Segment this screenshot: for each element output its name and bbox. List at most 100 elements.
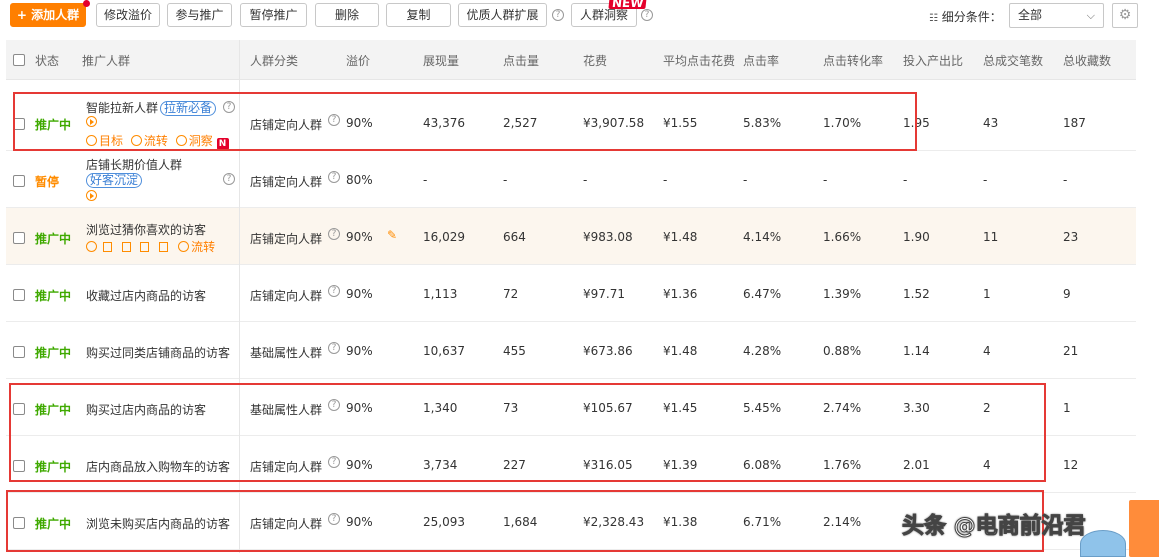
header-cost[interactable]: 花费	[583, 52, 607, 69]
filter-label: ☷ 细分条件：	[929, 10, 1002, 24]
mascot-icon[interactable]	[1080, 530, 1126, 557]
help-icon[interactable]: ?	[328, 342, 340, 354]
help-icon[interactable]: ?	[552, 9, 564, 21]
premium-cell[interactable]: 90%	[346, 116, 373, 130]
cvr-cell: 1.76%	[823, 458, 862, 472]
table-row: 推广中 智能拉新人群 拉新必备 ? 目标 流转 洞察 N 店铺定向人群 ? 90%…	[6, 94, 1136, 151]
row-checkbox[interactable]	[13, 346, 25, 358]
table-row: 暂停 店铺长期价值人群 好客沉淀 ? 店铺定向人群 ? 80% - - - - …	[6, 151, 1136, 208]
delete-button[interactable]: 删除	[315, 3, 379, 27]
cost-cell: ¥2,328.43	[583, 515, 645, 529]
impressions-cell: 3,734	[423, 458, 458, 472]
status-label: 推广中	[35, 289, 72, 303]
cvr-cell: 2.14%	[823, 515, 862, 529]
header-orders[interactable]: 总成交笔数	[983, 52, 1043, 69]
filter-select[interactable]: 全部 ⌵	[1009, 3, 1104, 28]
pause-promotion-button[interactable]: 暂停推广	[240, 3, 307, 27]
toolbar: + 添加人群 修改溢价 参与推广 暂停推广 删除 复制 优质人群扩展 ? 人群洞…	[0, 0, 1159, 32]
help-icon[interactable]: ?	[328, 171, 340, 183]
category-cell: 基础属性人群	[250, 403, 323, 417]
category-cell: 店铺定向人群	[250, 289, 323, 303]
premium-cell[interactable]: 90%	[346, 344, 373, 358]
favorites-cell: 21	[1063, 344, 1079, 358]
clicks-cell: -	[503, 173, 508, 187]
row-checkbox[interactable]	[13, 232, 25, 244]
op-target[interactable]: 目标	[99, 134, 123, 148]
header-clicks[interactable]: 点击量	[503, 52, 539, 69]
edit-icon[interactable]: ✎	[387, 228, 397, 242]
side-float-button[interactable]	[1129, 500, 1159, 557]
play-icon[interactable]	[86, 241, 97, 252]
help-icon[interactable]: ?	[223, 101, 235, 113]
document-icon[interactable]	[140, 242, 150, 252]
help-icon[interactable]: ?	[328, 114, 340, 126]
cvr-cell: 1.66%	[823, 230, 862, 244]
op-insight[interactable]: 洞察	[189, 134, 213, 148]
header-roi[interactable]: 投入产出比	[903, 52, 963, 69]
crowd-tag[interactable]: 拉新必备	[160, 101, 217, 116]
row-checkbox[interactable]	[13, 118, 25, 130]
clicks-cell: 73	[503, 401, 519, 415]
quality-crowd-expand-button[interactable]: 优质人群扩展	[458, 3, 547, 27]
premium-cell[interactable]: 90%	[346, 230, 373, 244]
roi-cell: 3.30	[903, 401, 930, 415]
ctr-cell: 5.45%	[743, 401, 782, 415]
impressions-cell: 25,093	[423, 515, 465, 529]
crowd-ops: 目标 流转 洞察 N	[86, 132, 229, 150]
favorites-cell: 23	[1063, 230, 1079, 244]
header-cvr[interactable]: 点击转化率	[823, 52, 883, 69]
header-impressions[interactable]: 展现量	[423, 52, 459, 69]
help-icon[interactable]: ?	[223, 173, 235, 185]
cost-cell: ¥316.05	[583, 458, 633, 472]
op-flow[interactable]: 流转	[144, 134, 168, 148]
crowd-tag[interactable]: 好客沉淀	[86, 173, 143, 188]
table-row: 推广中 浏览过猜你喜欢的访客 流转 店铺定向人群 ? 90% ✎ 16,029 …	[6, 208, 1136, 265]
help-icon[interactable]: ?	[641, 9, 653, 21]
header-ctr[interactable]: 点击率	[743, 52, 779, 69]
copy-button[interactable]: 复制	[386, 3, 451, 27]
impressions-cell: 43,376	[423, 116, 465, 130]
header-category: 人群分类	[250, 54, 299, 68]
header-favorites[interactable]: 总收藏数	[1063, 52, 1111, 69]
help-icon[interactable]: ?	[328, 456, 340, 468]
crowd-name: 浏览未购买店内商品的访客	[86, 517, 231, 531]
premium-cell[interactable]: 80%	[346, 173, 373, 187]
roi-cell: 1.14	[903, 344, 930, 358]
crowd-name: 智能拉新人群 拉新必备	[86, 99, 217, 116]
header-status: 状态	[35, 54, 60, 68]
eye-icon	[175, 135, 187, 146]
row-checkbox[interactable]	[13, 289, 25, 301]
play-icon[interactable]	[86, 190, 97, 201]
premium-cell[interactable]: 90%	[346, 287, 373, 301]
orders-cell: 4	[983, 458, 991, 472]
help-icon[interactable]: ?	[328, 285, 340, 297]
modify-premium-button[interactable]: 修改溢价	[96, 3, 160, 27]
header-cpc[interactable]: 平均点击花费	[663, 52, 735, 69]
join-promotion-button[interactable]: 参与推广	[167, 3, 232, 27]
crowd-name: 店铺长期价值人群	[86, 158, 183, 172]
cpc-cell: ¥1.55	[663, 116, 698, 130]
op-flow[interactable]: 流转	[191, 240, 215, 254]
help-icon[interactable]: ?	[328, 513, 340, 525]
column-divider	[239, 40, 240, 553]
gear-icon[interactable]: ⚙	[1112, 3, 1138, 28]
ctr-cell: 6.71%	[743, 515, 782, 529]
cvr-cell: -	[823, 173, 828, 187]
row-checkbox[interactable]	[13, 175, 25, 187]
add-crowd-button[interactable]: + 添加人群	[10, 3, 86, 27]
premium-cell[interactable]: 90%	[346, 458, 373, 472]
header-premium[interactable]: 溢价	[346, 52, 370, 69]
row-checkbox[interactable]	[13, 460, 25, 472]
select-all-checkbox[interactable]	[13, 54, 25, 66]
report-icon[interactable]	[121, 242, 131, 252]
play-icon[interactable]	[86, 116, 97, 127]
help-icon[interactable]: ?	[328, 228, 340, 240]
chart-icon[interactable]	[102, 242, 112, 252]
premium-cell[interactable]: 90%	[346, 515, 373, 529]
trash-icon[interactable]	[159, 242, 169, 252]
orders-cell: -	[983, 173, 988, 187]
premium-cell[interactable]: 90%	[346, 401, 373, 415]
row-checkbox[interactable]	[13, 517, 25, 529]
row-checkbox[interactable]	[13, 403, 25, 415]
help-icon[interactable]: ?	[328, 399, 340, 411]
